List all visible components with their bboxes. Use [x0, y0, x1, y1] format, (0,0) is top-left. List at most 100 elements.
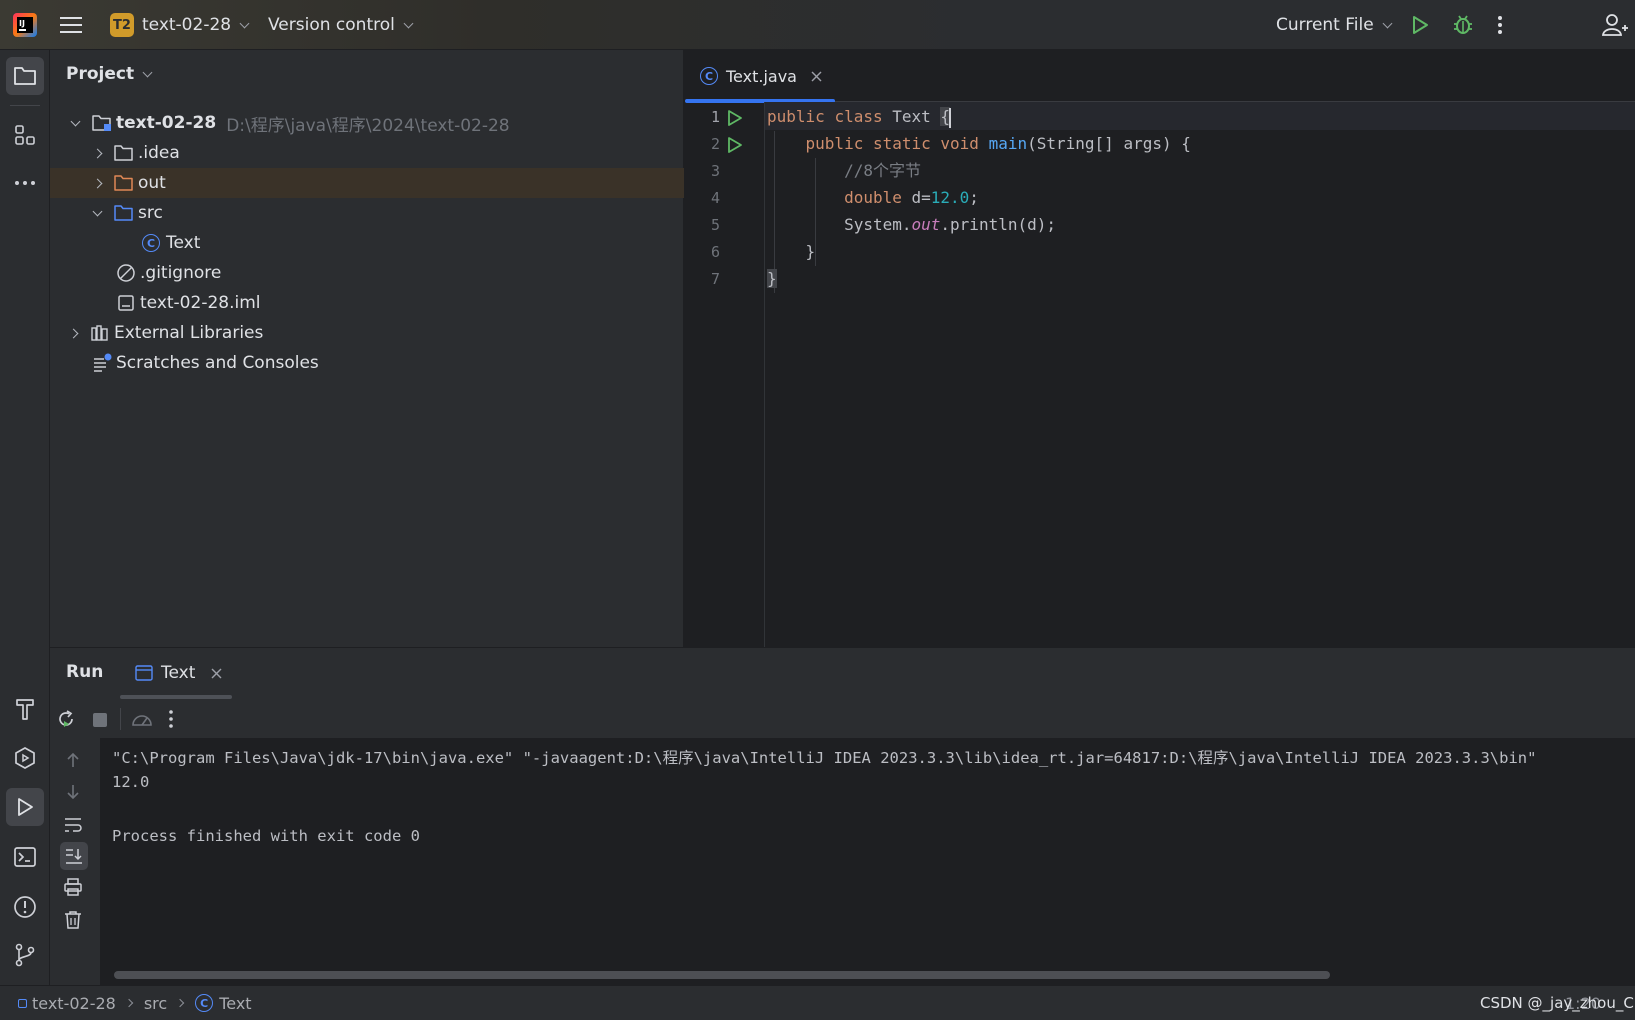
tree-item-label: .gitignore [140, 263, 222, 283]
java-class-icon: C [195, 994, 214, 1012]
tree-item-label: Text [166, 233, 201, 253]
profiler-icon[interactable] [130, 709, 154, 729]
problems-icon [14, 896, 36, 918]
build-tool-button[interactable] [6, 690, 44, 728]
run-icon [18, 798, 33, 816]
chevron-right-icon [124, 998, 134, 1008]
console-output[interactable]: "C:\Program Files\Java\jdk-17\bin\java.e… [100, 738, 1635, 986]
git-branch-icon [15, 943, 35, 967]
terminal-tool-button[interactable] [6, 838, 44, 876]
scratches-icon [94, 353, 112, 372]
scroll-to-end-icon [66, 849, 82, 864]
excluded-folder-icon [114, 175, 133, 191]
stop-icon[interactable] [93, 713, 107, 727]
tree-item-gitignore[interactable]: .gitignore [50, 258, 684, 288]
more-tools-button[interactable] [6, 164, 44, 202]
tab-label: Text.java [726, 66, 797, 86]
tree-item-label: .idea [138, 143, 180, 163]
version-control-menu[interactable]: Version control [268, 0, 414, 50]
tree-item-scratches[interactable]: Scratches and Consoles [50, 348, 684, 378]
run-config-selector[interactable]: Current File [1276, 0, 1393, 50]
rerun-icon[interactable] [56, 709, 76, 729]
line-number: 1 [710, 108, 720, 126]
code-line-7: } [767, 269, 777, 288]
chevron-down-icon[interactable] [70, 116, 81, 126]
console-line: 12.0 [112, 773, 150, 791]
project-path: D:\程序\java\程序\2024\text-02-28 [226, 115, 510, 136]
tree-item-text-class[interactable]: C Text [50, 228, 684, 258]
run-tab-label: Text [161, 663, 196, 683]
editor-gutter: 1 2 3 4 5 6 7 [685, 102, 765, 647]
tree-item-root[interactable]: text-02-28 D:\程序\java\程序\2024\text-02-28 [50, 108, 684, 138]
problems-tool-button[interactable] [6, 888, 44, 926]
chevron-right-icon[interactable] [92, 148, 103, 158]
main-menu-icon[interactable] [60, 0, 82, 50]
more-actions-icon[interactable] [168, 709, 174, 729]
run-gutter-icon[interactable] [727, 109, 743, 127]
add-user-icon[interactable] [1602, 0, 1628, 50]
run-tab-text[interactable]: Text [120, 648, 232, 698]
chevron-down-icon [1382, 18, 1393, 28]
close-icon[interactable] [211, 668, 222, 679]
structure-tool-button[interactable] [6, 116, 44, 154]
print-icon[interactable] [63, 878, 83, 896]
run-tool-button[interactable] [6, 788, 44, 826]
code-line-5: System.out.println(d); [844, 215, 1056, 234]
chevron-down-icon[interactable] [92, 206, 103, 216]
more-actions-icon[interactable] [1497, 0, 1503, 50]
run-panel-header: Run Text [50, 648, 1635, 699]
folder-icon [14, 67, 36, 85]
arrow-up-icon[interactable] [65, 751, 81, 769]
folder-icon [114, 145, 133, 161]
run-gutter-icon[interactable] [727, 136, 743, 154]
breadcrumb-item[interactable]: text-02-28 [32, 994, 116, 1013]
run-button[interactable] [1410, 0, 1430, 50]
tab-text-java[interactable]: C Text.java [685, 50, 835, 103]
chevron-right-icon[interactable] [92, 178, 103, 188]
tree-item-label: External Libraries [114, 323, 264, 343]
tree-item-label: src [138, 203, 163, 223]
project-panel-title[interactable]: Project [66, 64, 153, 84]
close-icon[interactable] [811, 71, 822, 82]
services-tool-button[interactable] [6, 739, 44, 777]
scroll-to-end-button[interactable] [60, 842, 88, 870]
run-panel: Run Text "C:\Program Files\Java\jdk-17\b… [50, 647, 1635, 986]
breadcrumb-item[interactable]: Text [219, 994, 251, 1013]
chevron-right-icon[interactable] [68, 328, 79, 338]
line-number: 7 [710, 270, 720, 288]
console-line: "C:\Program Files\Java\jdk-17\bin\java.e… [112, 749, 1537, 767]
java-class-icon: C [700, 67, 718, 85]
console-side-toolbar [50, 738, 100, 986]
chevron-down-icon [403, 18, 414, 28]
java-class-icon: C [142, 234, 160, 252]
project-tool-button[interactable] [6, 57, 44, 95]
horizontal-scrollbar[interactable] [114, 971, 1330, 979]
source-folder-icon [114, 205, 133, 221]
title-bar: IJ T2 text-02-28 Version control Current… [0, 0, 1635, 50]
run-config-label: Current File [1276, 15, 1374, 35]
soft-wrap-icon[interactable] [63, 816, 83, 834]
tree-item-label: text-02-28 [116, 113, 217, 133]
line-number: 3 [710, 162, 720, 180]
toolbar-divider [120, 708, 121, 730]
intellij-logo-icon[interactable]: IJ [12, 0, 38, 50]
code-line-4: double d=12.0; [844, 188, 979, 207]
tree-item-external-libraries[interactable]: External Libraries [50, 318, 684, 348]
application-icon [135, 665, 153, 681]
tool-window-stripe [0, 50, 50, 985]
trash-icon[interactable] [64, 910, 82, 930]
tree-item-iml[interactable]: text-02-28.iml [50, 288, 684, 318]
tree-item-out[interactable]: out [50, 168, 684, 198]
debug-button[interactable] [1452, 0, 1474, 50]
git-tool-button[interactable] [6, 936, 44, 974]
project-switcher[interactable]: T2 text-02-28 [110, 0, 250, 50]
arrow-down-icon[interactable] [65, 783, 81, 801]
breadcrumb-item[interactable]: src [144, 994, 167, 1013]
run-toolbar [50, 698, 1635, 738]
line-number: 4 [710, 189, 720, 207]
tree-item-idea[interactable]: .idea [50, 138, 684, 168]
bug-icon [1454, 15, 1472, 34]
line-number: 6 [710, 243, 720, 261]
watermark: CSDN @_jay_zhou_CF [1480, 994, 1635, 1012]
tree-item-src[interactable]: src [50, 198, 684, 228]
